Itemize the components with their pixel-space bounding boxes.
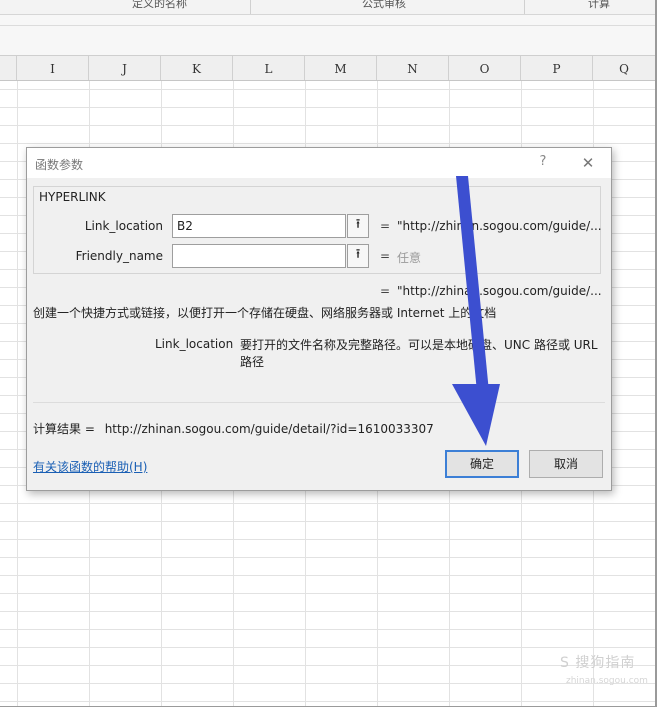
arg-help-name: Link_location (155, 337, 234, 351)
calculation-result-value: http://zhinan.sogou.com/guide/detail/?id… (104, 422, 434, 436)
ribbon-group-formula-auditing: 公式审核 (362, 0, 406, 10)
ribbon-group-calculation: 计算 (588, 0, 610, 10)
divider (33, 402, 605, 403)
close-icon[interactable]: ✕ (578, 153, 598, 173)
cancel-button[interactable]: 取消 (529, 450, 603, 478)
select-all-corner[interactable] (0, 56, 17, 80)
calculation-result: 计算结果 = http://zhinan.sogou.com/guide/det… (33, 420, 434, 437)
collapse-dialog-icon[interactable]: ⭱ (347, 244, 369, 268)
formula-result: "http://zhinan.sogou.com/guide/... (397, 284, 602, 298)
help-icon[interactable]: ? (535, 154, 551, 170)
column-header-m[interactable]: M (305, 56, 377, 80)
column-header-i[interactable]: I (17, 56, 89, 80)
ribbon-divider (524, 0, 525, 14)
arg-label-link-location: Link_location (84, 219, 163, 233)
column-header-q[interactable]: Q (593, 56, 655, 80)
function-arguments-dialog: 函数参数 ? ✕ HYPERLINK Link_location ⭱ = "ht… (26, 147, 612, 491)
arg-help-text: 要打开的文件名称及完整路径。可以是本地硬盘、UNC 路径或 URL 路径 (240, 338, 598, 369)
ribbon-group-defined-names: 定义的名称 (132, 0, 187, 10)
column-header-j[interactable]: J (89, 56, 161, 80)
column-header-n[interactable]: N (377, 56, 449, 80)
ok-button[interactable]: 确定 (445, 450, 519, 478)
equals-sign: = (380, 284, 391, 298)
function-name: HYPERLINK (39, 190, 106, 204)
watermark-logo: S 搜狗指南 (560, 655, 636, 671)
function-help-link[interactable]: 有关该函数的帮助(H) (33, 458, 147, 475)
calculation-result-label: 计算结果 = (33, 422, 95, 436)
equals-sign: = (380, 249, 391, 263)
collapse-dialog-icon[interactable]: ⭱ (347, 214, 369, 238)
link-location-input[interactable] (172, 214, 346, 238)
column-header-p[interactable]: P (521, 56, 593, 80)
formula-bar[interactable] (0, 25, 655, 26)
arg-result-link-location: "http://zhinan.sogou.com/guide/... (397, 219, 602, 233)
ribbon-group-labels: 定义的名称 公式审核 计算 (0, 0, 655, 15)
friendly-name-input[interactable] (172, 244, 346, 268)
formula-bar-area (0, 15, 655, 56)
equals-sign: = (380, 219, 391, 233)
watermark-url: zhinan.sogou.com (566, 676, 648, 686)
column-headers: I J K L M N O P Q (0, 56, 655, 81)
dialog-titlebar[interactable]: 函数参数 ? ✕ (27, 148, 611, 178)
column-header-l[interactable]: L (233, 56, 305, 80)
dialog-title: 函数参数 (35, 158, 84, 172)
arg-label-friendly-name: Friendly_name (75, 249, 163, 263)
column-header-k[interactable]: K (161, 56, 233, 80)
column-header-o[interactable]: O (449, 56, 521, 80)
ribbon-divider (250, 0, 251, 14)
arg-result-friendly-name: 任意 (397, 251, 422, 265)
function-description: 创建一个快捷方式或链接，以便打开一个存储在硬盘、网络服务器或 Internet … (33, 306, 497, 320)
